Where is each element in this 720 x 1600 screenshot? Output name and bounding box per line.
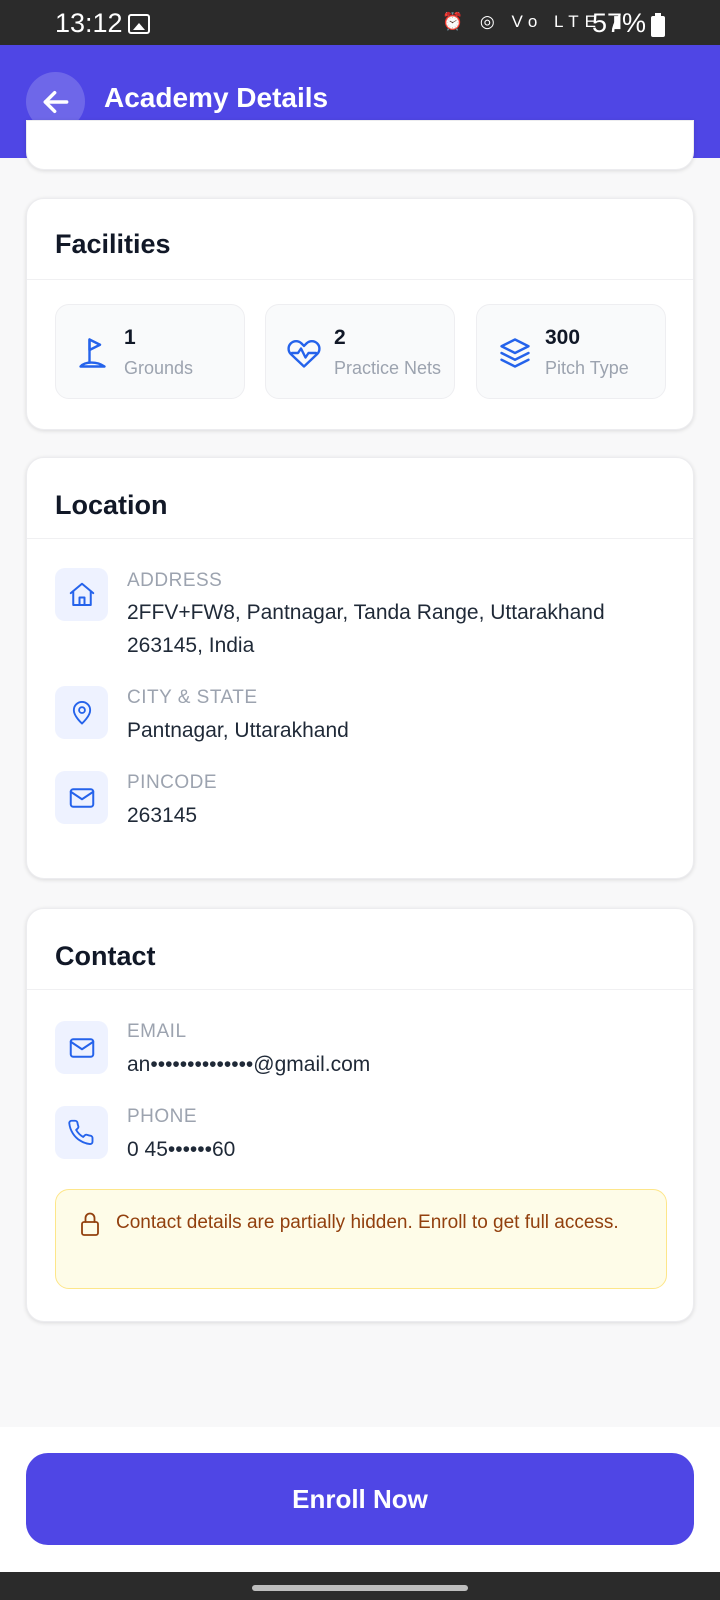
city-state-value: Pantnagar, Uttarakhand	[127, 719, 349, 742]
battery-icon	[651, 13, 665, 37]
location-title: Location	[55, 490, 168, 520]
city-state-icon-box	[55, 686, 108, 739]
divider	[27, 989, 693, 990]
city-state-label: CITY & STATE	[127, 687, 258, 708]
grounds-count: 1	[124, 326, 136, 349]
pincode-icon-box	[55, 771, 108, 824]
arrow-left-icon	[43, 90, 68, 113]
email-label: EMAIL	[127, 1021, 187, 1042]
flag-icon	[79, 338, 106, 368]
heart-pulse-icon	[287, 339, 321, 368]
previous-card	[26, 120, 694, 170]
home-gesture-handle[interactable]	[252, 1585, 468, 1591]
contact-title: Contact	[55, 941, 156, 971]
pincode-label: PINCODE	[127, 772, 218, 793]
facilities-card: Facilities 1 Grounds 2 Practice Nets 300…	[26, 198, 694, 430]
mail-icon	[69, 787, 94, 808]
mail-icon	[69, 1037, 94, 1058]
divider	[27, 279, 693, 280]
lock-icon	[81, 1212, 99, 1236]
address-label: ADDRESS	[127, 570, 223, 591]
pitch-type-value: 300	[545, 326, 581, 349]
bottom-action-bar: Enroll Now	[0, 1427, 720, 1572]
layers-icon	[500, 338, 530, 368]
facility-grounds: 1 Grounds	[55, 304, 245, 399]
email-icon-box	[55, 1021, 108, 1074]
pincode-value: 263145	[127, 804, 198, 827]
divider	[27, 538, 693, 539]
enroll-now-button[interactable]: Enroll Now	[26, 1453, 694, 1545]
address-value: 2FFV+FW8, Pantnagar, Tanda Range, Uttara…	[127, 601, 605, 657]
grounds-label: Grounds	[124, 358, 194, 378]
system-nav-bar	[0, 1572, 720, 1600]
notice-text: Contact details are partially hidden. En…	[116, 1212, 619, 1233]
facilities-title: Facilities	[55, 229, 171, 259]
facility-practice-nets: 2 Practice Nets	[265, 304, 455, 399]
contact-card: Contact EMAIL an••••••••••••••@gmail.com…	[26, 908, 694, 1322]
home-icon	[69, 582, 94, 606]
location-card: Location ADDRESS 2FFV+FW8, Pantnagar, Ta…	[26, 457, 694, 879]
phone-icon-box	[55, 1106, 108, 1159]
phone-label: PHONE	[127, 1106, 198, 1127]
status-bar: 13:12 ⏰ ◎ Vo LTE ▮ 57%	[0, 0, 720, 45]
hidden-contact-notice: Contact details are partially hidden. En…	[55, 1189, 667, 1289]
image-notification-icon	[128, 14, 150, 34]
pitch-type-label: Pitch Type	[545, 358, 629, 378]
practice-nets-label: Practice Nets	[334, 358, 442, 378]
practice-nets-count: 2	[334, 326, 346, 349]
phone-value[interactable]: 0 45••••••60	[127, 1133, 657, 1166]
status-time: 13:12	[55, 8, 123, 38]
facility-pitch-type: 300 Pitch Type	[476, 304, 666, 399]
battery-percent: 57%	[592, 8, 647, 38]
page-title: Academy Details	[104, 82, 329, 113]
phone-icon	[67, 1119, 93, 1145]
map-pin-icon	[72, 700, 91, 724]
address-icon-box	[55, 568, 108, 621]
email-value[interactable]: an••••••••••••••@gmail.com	[127, 1048, 657, 1081]
